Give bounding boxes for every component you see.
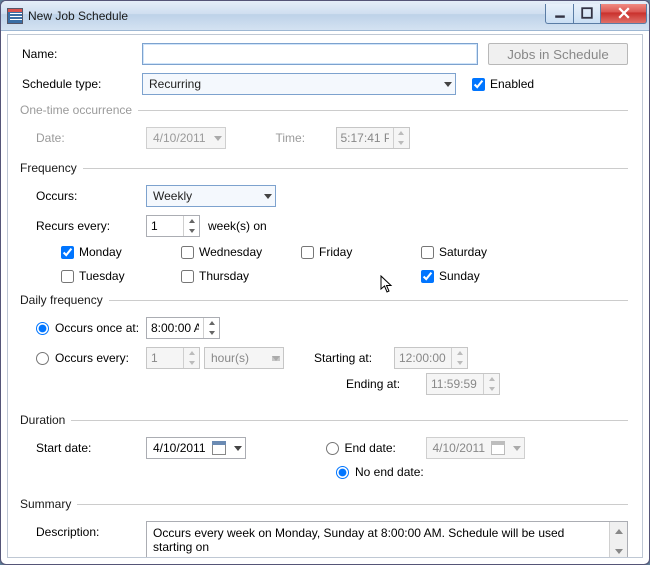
occurs-every-value (147, 348, 183, 368)
calendar-icon (491, 441, 505, 455)
chevron-down-icon (272, 356, 280, 361)
minimize-icon (554, 7, 566, 19)
summary-group: Summary Description: Occurs every week o… (22, 497, 628, 558)
days-of-week-grid: Monday Wednesday Friday Saturday Tuesday… (36, 245, 628, 283)
occurs-once-radio-wrap[interactable]: Occurs once at: (36, 321, 146, 335)
one-time-group: One-time occurrence Date: 4/10/2011 Time… (22, 103, 628, 155)
end-date-label: End date: (345, 441, 396, 455)
occurs-every-unit-combo: hour(s) (204, 347, 284, 369)
starting-at-spinner (394, 347, 468, 369)
scrollbar[interactable] (609, 522, 627, 558)
maximize-icon (581, 7, 593, 19)
spin-up-icon[interactable] (204, 318, 219, 328)
no-end-date-radio[interactable] (336, 466, 349, 479)
duration-group: Duration Start date: 4/10/2011 End date: (22, 413, 628, 491)
chevron-down-icon (214, 136, 222, 141)
occurs-every-radio[interactable] (36, 352, 49, 365)
starting-at-value (395, 348, 451, 368)
close-button[interactable] (601, 4, 647, 24)
occurs-once-time-value[interactable] (147, 318, 203, 338)
daily-frequency-group: Daily frequency Occurs once at: Occ (22, 293, 628, 407)
summary-legend: Summary (20, 497, 77, 511)
occurs-once-radio[interactable] (36, 322, 49, 335)
one-time-time-label: Time: (276, 131, 336, 145)
day-tuesday[interactable]: Tuesday (61, 269, 181, 283)
recurs-every-spinner[interactable] (146, 215, 200, 237)
day-wednesday[interactable]: Wednesday (181, 245, 301, 259)
scroll-down-icon[interactable] (610, 542, 627, 558)
enabled-label: Enabled (490, 77, 534, 91)
end-date-radio-wrap[interactable]: End date: (326, 441, 426, 455)
name-label: Name: (22, 47, 142, 61)
chevron-down-icon (234, 446, 242, 451)
one-time-date-value: 4/10/2011 (153, 131, 206, 145)
enabled-checkbox-wrap[interactable]: Enabled (472, 77, 534, 91)
frequency-group: Frequency Occurs: Weekly Recurs every: w… (22, 161, 628, 287)
end-date-value: 4/10/2011 (433, 441, 486, 455)
window-title: New Job Schedule (28, 9, 128, 23)
occurs-every-label: Occurs every: (55, 351, 129, 365)
start-date-picker[interactable]: 4/10/2011 (146, 437, 246, 459)
chevron-down-icon (444, 82, 452, 87)
description-textarea[interactable]: Occurs every week on Monday, Sunday at 8… (146, 521, 628, 558)
occurs-every-unit-value: hour(s) (211, 351, 249, 365)
recurs-every-suffix: week(s) on (208, 219, 267, 233)
no-end-date-radio-wrap[interactable]: No end date: (336, 465, 424, 479)
occurs-label: Occurs: (36, 189, 146, 203)
recurs-every-value[interactable] (147, 216, 183, 236)
frequency-legend: Frequency (20, 161, 83, 175)
occurs-combo[interactable]: Weekly (146, 185, 276, 207)
chevron-down-icon (513, 446, 521, 451)
day-monday[interactable]: Monday (61, 245, 181, 259)
enabled-checkbox[interactable] (472, 78, 485, 91)
minimize-button[interactable] (545, 4, 573, 24)
occurs-once-label: Occurs once at: (55, 321, 139, 335)
description-value: Occurs every week on Monday, Sunday at 8… (147, 522, 609, 558)
day-sunday[interactable]: Sunday (421, 269, 521, 283)
one-time-date-label: Date: (36, 131, 65, 145)
ending-at-value (427, 374, 483, 394)
one-time-legend: One-time occurrence (20, 103, 138, 117)
titlebar[interactable]: New Job Schedule (1, 1, 649, 31)
scroll-up-icon[interactable] (610, 522, 627, 540)
spin-down-icon[interactable] (204, 328, 219, 338)
description-label: Description: (36, 521, 146, 539)
schedule-type-combo[interactable]: Recurring (142, 73, 456, 95)
maximize-button[interactable] (573, 4, 601, 24)
recurs-every-label: Recurs every: (36, 219, 146, 233)
spin-up-icon[interactable] (184, 216, 199, 226)
day-thursday[interactable]: Thursday (181, 269, 301, 283)
schedule-type-label: Schedule type: (22, 77, 142, 91)
one-time-date-picker: 4/10/2011 (146, 127, 226, 149)
start-date-value: 4/10/2011 (153, 441, 206, 455)
day-saturday[interactable]: Saturday (421, 245, 521, 259)
occurs-every-radio-wrap[interactable]: Occurs every: (36, 351, 146, 365)
no-end-date-label: No end date: (355, 465, 424, 479)
one-time-time-spinner (336, 127, 410, 149)
schedule-type-value: Recurring (149, 77, 201, 91)
jobs-in-schedule-button[interactable]: Jobs in Schedule (488, 43, 628, 65)
daily-frequency-legend: Daily frequency (20, 293, 109, 307)
ending-at-label: Ending at: (346, 377, 426, 391)
end-date-picker: 4/10/2011 (426, 437, 526, 459)
duration-legend: Duration (20, 413, 71, 427)
start-date-label: Start date: (36, 441, 146, 455)
starting-at-label: Starting at: (314, 351, 394, 365)
day-friday[interactable]: Friday (301, 245, 421, 259)
calendar-icon (212, 441, 226, 455)
occurs-every-value-spinner (146, 347, 200, 369)
close-icon (618, 7, 630, 19)
dialog-content: Name: Jobs in Schedule Schedule type: Re… (7, 34, 643, 558)
occurs-once-time-spinner[interactable] (146, 317, 220, 339)
name-input[interactable] (142, 43, 478, 65)
ending-at-spinner (426, 373, 500, 395)
end-date-radio[interactable] (326, 442, 339, 455)
spin-down-icon[interactable] (184, 226, 199, 236)
chevron-down-icon (264, 194, 272, 199)
window-controls (545, 4, 647, 24)
dialog-window: New Job Schedule Name: Jobs in Schedule … (0, 0, 650, 565)
occurs-value: Weekly (153, 189, 192, 203)
app-icon (7, 8, 23, 24)
one-time-time-value (337, 128, 393, 148)
